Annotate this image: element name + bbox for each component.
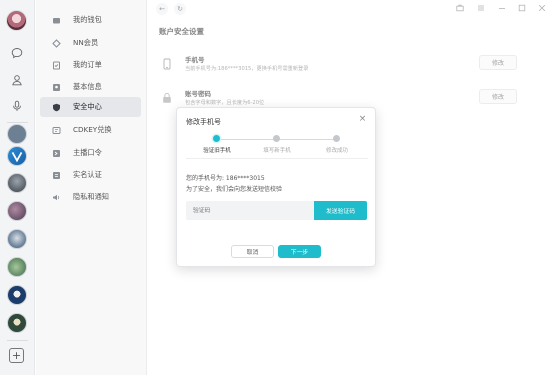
menu-item-privacy[interactable]: 隐私和通知 bbox=[40, 187, 141, 207]
vip-icon bbox=[52, 38, 61, 48]
order-icon bbox=[52, 61, 61, 70]
menu-item-wallet[interactable]: 我的钱包 bbox=[40, 10, 141, 30]
next-step-button[interactable]: 下一步 bbox=[278, 245, 321, 258]
verification-code-input[interactable] bbox=[186, 201, 314, 220]
step-connector bbox=[279, 139, 335, 140]
settings-menu: 我的钱包 NN会员 我的订单 基本信息 安全中心 CDKEY兑换 主播口令 实名… bbox=[36, 0, 147, 375]
menu-item-label: 隐私和通知 bbox=[73, 192, 109, 201]
contacts-icon[interactable] bbox=[9, 72, 25, 88]
rail-divider bbox=[7, 122, 28, 123]
menu-item-label: 我的钱包 bbox=[73, 15, 102, 24]
menu-item-label: 我的订单 bbox=[73, 60, 102, 69]
profile-icon bbox=[52, 83, 61, 92]
menu-item-label: NN会员 bbox=[73, 38, 99, 47]
menu-item-orders[interactable]: 我的订单 bbox=[40, 55, 141, 75]
step-label-1: 验证旧手机 bbox=[203, 148, 231, 154]
room-avatar-2[interactable] bbox=[7, 146, 27, 166]
chat-icon[interactable] bbox=[9, 45, 25, 61]
menu-item-label: 基本信息 bbox=[73, 82, 102, 91]
room-avatar-4[interactable] bbox=[7, 201, 27, 221]
change-phone-dialog: 修改手机号 × 验证旧手机 填写新手机 修改成功 您的手机号为: 186****… bbox=[176, 107, 376, 267]
menu-item-label: 安全中心 bbox=[73, 102, 102, 111]
menu-item-vip[interactable]: NN会员 bbox=[40, 33, 141, 53]
menu-item-profile[interactable]: 基本信息 bbox=[40, 77, 141, 97]
phone-info-text: 您的手机号为: 186****3015 bbox=[186, 175, 265, 182]
sms-hint-text: 为了安全，我们会向您发送短信校验 bbox=[186, 186, 283, 193]
room-avatar-3[interactable] bbox=[7, 173, 27, 193]
rail-divider bbox=[7, 340, 28, 341]
room-avatar-1[interactable] bbox=[7, 124, 27, 144]
step-dot-3 bbox=[333, 135, 340, 142]
room-logo-icon bbox=[11, 151, 23, 163]
menu-item-label: CDKEY兑换 bbox=[73, 125, 112, 134]
room-avatar-7[interactable] bbox=[7, 285, 27, 305]
step-label-3: 修改成功 bbox=[325, 148, 348, 154]
step-dot-1 bbox=[213, 135, 220, 142]
app-rail: + bbox=[0, 0, 35, 375]
cancel-button[interactable]: 取消 bbox=[231, 245, 274, 258]
user-avatar[interactable] bbox=[6, 10, 27, 31]
close-icon[interactable]: × bbox=[358, 115, 367, 124]
menu-item-realname[interactable]: 实名认证 bbox=[40, 165, 141, 185]
command-icon bbox=[52, 149, 61, 158]
menu-item-command[interactable]: 主播口令 bbox=[40, 143, 141, 163]
step-dot-2 bbox=[273, 135, 280, 142]
menu-item-label: 实名认证 bbox=[73, 170, 102, 179]
add-room-button[interactable]: + bbox=[9, 348, 24, 363]
menu-item-cdkey[interactable]: CDKEY兑换 bbox=[40, 120, 141, 140]
step-connector bbox=[219, 139, 275, 140]
key-icon bbox=[52, 126, 61, 135]
dialog-title: 修改手机号 bbox=[186, 118, 221, 126]
menu-item-security[interactable]: 安全中心 bbox=[40, 97, 141, 117]
room-avatar-8[interactable] bbox=[7, 313, 27, 333]
room-avatar-5[interactable] bbox=[7, 229, 27, 249]
menu-item-label: 主播口令 bbox=[73, 148, 102, 157]
microphone-icon[interactable] bbox=[9, 98, 25, 114]
wallet-icon bbox=[52, 16, 61, 25]
step-divider bbox=[186, 158, 368, 159]
shield-icon bbox=[52, 103, 61, 112]
send-code-button[interactable]: 发送验证码 bbox=[314, 201, 367, 220]
id-card-icon bbox=[52, 171, 61, 180]
speaker-icon bbox=[52, 193, 61, 202]
step-label-2: 填写新手机 bbox=[263, 148, 291, 154]
room-avatar-6[interactable] bbox=[7, 257, 27, 277]
